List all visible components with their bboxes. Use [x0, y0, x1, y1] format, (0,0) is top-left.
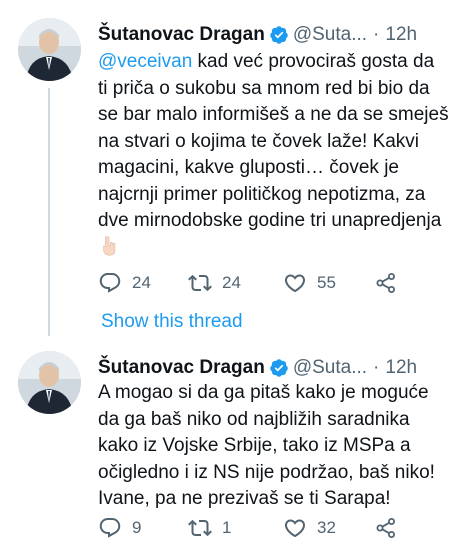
reply-count: 24 [132, 273, 151, 292]
tweet-line: na stvari o kojima te čovek laže! Kakvi [98, 130, 420, 152]
avatar[interactable] [18, 18, 81, 81]
like-icon [284, 274, 306, 293]
tweet-line: da ga baš niko od najbližih saradnika [98, 408, 410, 430]
tweet-line: ti priča o sukobu sa mnom red bi bio da [98, 77, 430, 99]
tweet-line: dve mirnodobske godine tri unapredjenja [98, 210, 442, 231]
separator-dot: · [373, 357, 380, 378]
verified-badge-icon [270, 359, 288, 377]
reply-button[interactable]: 24 [98, 271, 151, 295]
share-icon [376, 518, 395, 538]
author-handle[interactable]: @Suta... [293, 24, 367, 46]
share-icon [376, 273, 395, 293]
mention-link[interactable]: @veceivan [98, 51, 192, 72]
timestamp[interactable]: 12h [385, 357, 417, 379]
tweet-line: najcrnji primer političkog nepotizma, za [98, 183, 426, 205]
thread-line [48, 88, 50, 336]
reply-icon [99, 273, 121, 293]
verified-badge-icon [270, 26, 288, 44]
tweet-header: Šutanovac Dragan @Suta... · 12h [98, 22, 458, 48]
retweet-button[interactable]: 1 [188, 516, 231, 540]
like-icon [284, 519, 306, 538]
reply-button[interactable]: 9 [98, 516, 141, 540]
tweet-line: se bar malo informišeš a ne da se smeješ [98, 104, 449, 125]
author-handle[interactable]: @Suta... [293, 357, 367, 379]
retweet-button[interactable]: 24 [188, 271, 241, 295]
retweet-icon [188, 519, 212, 537]
avatar-photo [18, 351, 81, 414]
avatar-photo [18, 18, 81, 81]
tweet-line: A mogao si da ga pitaš kako je moguće [98, 382, 429, 403]
tweet-text: @veceivan kad već provociraš gosta da ti… [98, 49, 460, 265]
author-name[interactable]: Šutanovac Dragan [98, 24, 265, 46]
like-button[interactable]: 55 [283, 271, 336, 295]
avatar[interactable] [18, 351, 81, 414]
tweet-line: @veceivan kad već provociraš gosta da [98, 51, 435, 72]
tweet-text: A mogao si da ga pitaš kako je moguće da… [98, 380, 460, 513]
share-button[interactable] [374, 271, 398, 295]
tweet-header: Šutanovac Dragan @Suta... · 12h [98, 355, 458, 381]
tweet-line: Ivane, pa ne prezivaš se ti Sarapa! [98, 488, 391, 509]
pointing-down-emoji-icon [103, 236, 116, 255]
tweet[interactable]: Šutanovac Dragan @Suta... · 12h @veceiva… [0, 0, 468, 336]
share-button[interactable] [374, 516, 398, 540]
tweet-line [98, 235, 460, 266]
like-count: 32 [317, 518, 336, 537]
retweet-count: 1 [222, 518, 232, 537]
tweet-line: magacini, kakve gluposti… čovek je [98, 157, 399, 178]
retweet-icon [188, 274, 212, 292]
tweet-line: očigledno i iz NS nije podržao, baš niko… [98, 461, 435, 483]
reply-icon [99, 518, 121, 538]
like-button[interactable]: 32 [283, 516, 336, 540]
tweet-line: kako iz Vojske Srbije, tako iz MSPa a [98, 435, 411, 456]
reply-count: 9 [132, 518, 142, 537]
show-thread-link[interactable]: Show this thread [101, 311, 243, 333]
retweet-count: 24 [222, 273, 241, 292]
author-name[interactable]: Šutanovac Dragan [98, 357, 265, 379]
like-count: 55 [317, 273, 336, 292]
separator-dot: · [373, 24, 380, 45]
timestamp[interactable]: 12h [385, 24, 417, 46]
